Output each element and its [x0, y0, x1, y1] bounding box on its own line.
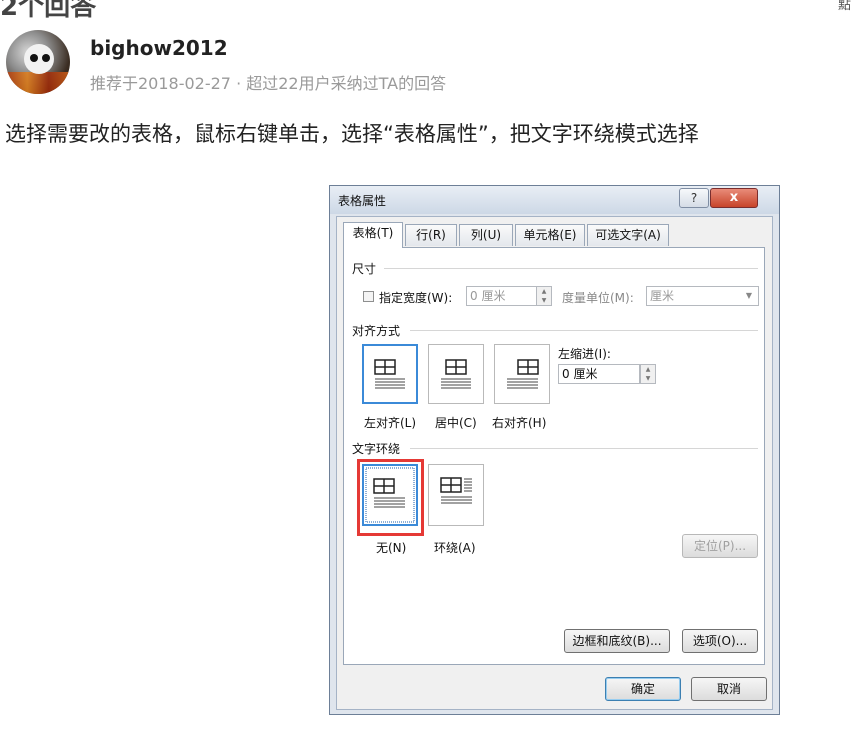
preferred-width-label: 指定宽度(W): [379, 291, 453, 305]
indent-label: 左缩进(I): [558, 347, 611, 361]
align-left-label: 左对齐(L) [364, 416, 417, 430]
indent-spinner[interactable]: ▲ ▼ [640, 364, 656, 384]
wrapping-group-label: 文字环绕 [352, 442, 401, 456]
username-link[interactable]: bighow2012 [90, 36, 228, 60]
borders-shading-button[interactable]: 边框和底纹(B)... [564, 629, 670, 653]
answer-text: 选择需要改的表格，鼠标右键单击，选择“表格属性”，把文字环绕模式选择 [5, 122, 699, 146]
answer-meta: 推荐于2018-02-27 · 超过22用户采纳过TA的回答 [90, 74, 447, 93]
alignment-group-label: 对齐方式 [352, 324, 401, 338]
align-center-option[interactable] [428, 344, 484, 404]
size-group-label: 尺寸 [352, 262, 377, 276]
avatar[interactable] [6, 30, 70, 94]
tab-table[interactable]: 表格(T) [343, 222, 403, 248]
close-button[interactable]: x [710, 188, 758, 208]
corner-text: 點 [837, 0, 851, 13]
avatar-eye-right [42, 54, 50, 62]
measure-in-label: 度量单位(M): [562, 291, 634, 305]
positioning-button[interactable]: 定位(P)... [682, 534, 758, 558]
align-center-icon [441, 359, 471, 389]
help-button[interactable]: ? [679, 188, 709, 208]
table-properties-dialog: 表格属性 ? x 表格(T) 行(R) 列(U) 单元格(E) 可选文字(A) … [329, 185, 780, 715]
wrap-around-icon [440, 477, 472, 504]
preferred-width-spinner[interactable]: ▲ ▼ [536, 286, 552, 306]
align-right-option[interactable] [494, 344, 550, 404]
avatar-fire-decoration [6, 72, 70, 94]
answers-heading: 2个回答 [0, 0, 97, 22]
preferred-width-checkbox[interactable] [363, 291, 374, 302]
options-button[interactable]: 选项(O)... [682, 629, 758, 653]
tab-column[interactable]: 列(U) [459, 224, 513, 246]
indent-input[interactable]: 0 厘米 [558, 364, 640, 384]
align-left-icon [374, 359, 405, 389]
alignment-group-rule [410, 330, 758, 331]
wrapping-group-rule [410, 448, 758, 449]
tab-alt-text[interactable]: 可选文字(A) [587, 224, 669, 246]
cancel-button[interactable]: 取消 [691, 677, 767, 701]
align-right-icon [507, 359, 539, 389]
wrap-around-option[interactable] [428, 464, 484, 526]
ok-button[interactable]: 确定 [605, 677, 681, 701]
preferred-width-input[interactable]: 0 厘米 [466, 286, 538, 306]
dialog-title: 表格属性 [338, 194, 387, 208]
wrap-none-option[interactable] [362, 464, 418, 526]
align-center-label: 居中(C) [435, 416, 477, 430]
align-left-option[interactable] [362, 344, 418, 404]
size-group-rule [384, 268, 758, 269]
wrap-none-label: 无(N) [376, 541, 407, 555]
tab-cell[interactable]: 单元格(E) [515, 224, 585, 246]
chevron-down-icon: ▼ [745, 291, 753, 300]
align-right-label: 右对齐(H) [492, 416, 547, 430]
avatar-eye-left [30, 54, 38, 62]
wrap-none-icon [365, 467, 415, 523]
tab-panel [343, 247, 765, 665]
tab-row[interactable]: 行(R) [405, 224, 457, 246]
wrap-around-label: 环绕(A) [434, 541, 476, 555]
